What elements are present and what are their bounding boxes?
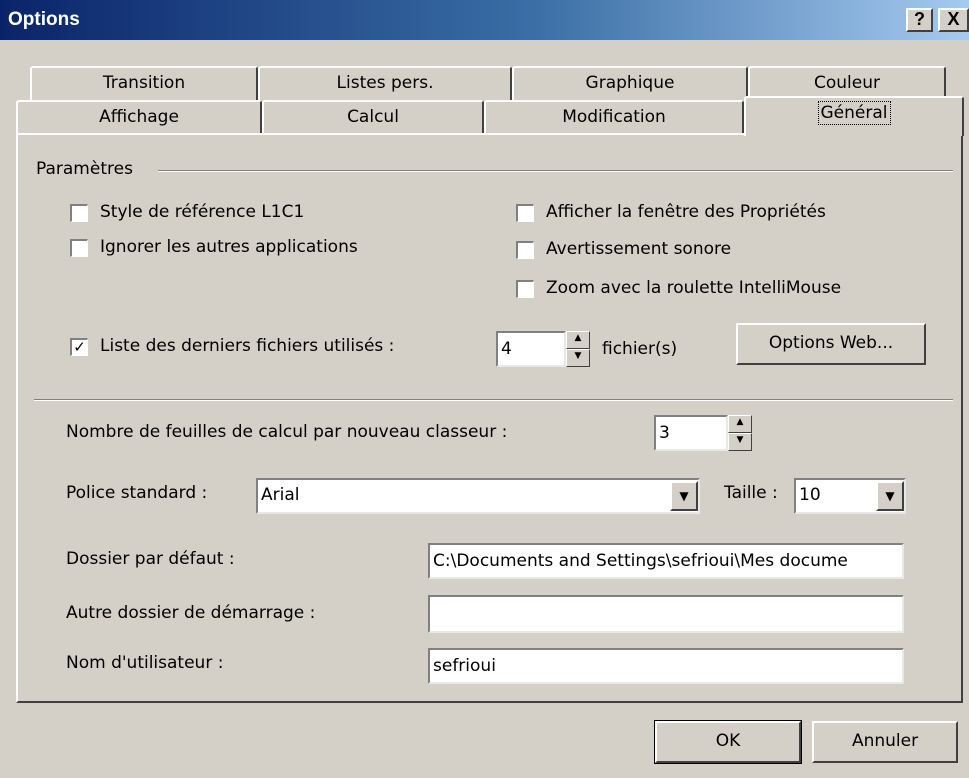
title-bar: Options ? X	[0, 0, 969, 40]
spin-up-icon[interactable]: ▲	[728, 415, 752, 433]
default-folder-input[interactable]: C:\Documents and Settings\sefrioui\Mes d…	[428, 543, 904, 579]
zoom-mouse-checkbox[interactable]	[516, 280, 534, 298]
help-button[interactable]: ?	[906, 8, 933, 32]
startup-folder-input[interactable]	[428, 595, 904, 633]
zoom-mouse-label: Zoom avec la roulette IntelliMouse	[546, 278, 842, 298]
spin-up-icon[interactable]: ▲	[566, 331, 590, 349]
size-dropdown-icon[interactable]: ▼	[876, 481, 904, 511]
sheets-spinner[interactable]: ▲ ▼	[728, 415, 752, 451]
recent-files-spinner[interactable]: ▲ ▼	[566, 331, 590, 367]
window-title: Options	[8, 9, 80, 30]
spin-down-icon[interactable]: ▼	[728, 433, 752, 451]
tab-transition[interactable]: Transition	[30, 66, 258, 102]
tab-calcul[interactable]: Calcul	[262, 100, 484, 136]
beep-checkbox[interactable]	[516, 241, 534, 259]
sheets-count-input[interactable]: 3	[654, 415, 728, 451]
user-name-input[interactable]: sefrioui	[428, 648, 904, 684]
style-ref-label: Style de référence L1C1	[100, 202, 305, 222]
recent-files-checkbox[interactable]: ✓	[70, 338, 88, 356]
cancel-button[interactable]: Annuler	[812, 721, 958, 763]
recent-files-label: Liste des derniers fichiers utilisés :	[100, 336, 395, 356]
size-label: Taille :	[724, 483, 778, 503]
web-options-button[interactable]: Options Web...	[736, 323, 926, 365]
sheets-count-label: Nombre de feuilles de calcul par nouveau…	[66, 422, 508, 442]
tab-affichage[interactable]: Affichage	[16, 100, 262, 136]
font-dropdown-icon[interactable]: ▼	[670, 481, 698, 511]
tab-general-label: Général	[817, 101, 891, 125]
tab-panel: Paramètres Style de référence L1C1 Ignor…	[16, 133, 963, 703]
tab-general[interactable]: Général	[744, 96, 964, 136]
show-props-checkbox[interactable]	[516, 204, 534, 222]
default-folder-label: Dossier par défaut :	[66, 549, 235, 569]
ok-button[interactable]: OK	[654, 720, 802, 764]
tab-listes-pers[interactable]: Listes pers.	[258, 66, 512, 102]
close-button[interactable]: X	[938, 8, 969, 32]
font-select[interactable]: Arial	[256, 478, 700, 514]
style-ref-checkbox[interactable]	[70, 204, 88, 222]
startup-folder-label: Autre dossier de démarrage :	[66, 603, 316, 623]
spin-down-icon[interactable]: ▼	[566, 349, 590, 367]
user-name-label: Nom d'utilisateur :	[66, 653, 224, 673]
beep-label: Avertissement sonore	[546, 239, 732, 259]
recent-files-count-input[interactable]: 4	[496, 331, 566, 367]
params-group-label: Paramètres	[36, 159, 133, 179]
ignore-apps-label: Ignorer les autres applications	[100, 237, 358, 257]
tab-graphique[interactable]: Graphique	[512, 66, 748, 102]
files-unit-label: fichier(s)	[602, 339, 678, 359]
font-value: Arial	[261, 485, 300, 505]
show-props-label: Afficher la fenêtre des Propriétés	[546, 202, 826, 222]
font-label: Police standard :	[66, 483, 208, 503]
ignore-apps-checkbox[interactable]	[70, 239, 88, 257]
tab-modification[interactable]: Modification	[484, 100, 744, 136]
size-value: 10	[799, 485, 821, 505]
